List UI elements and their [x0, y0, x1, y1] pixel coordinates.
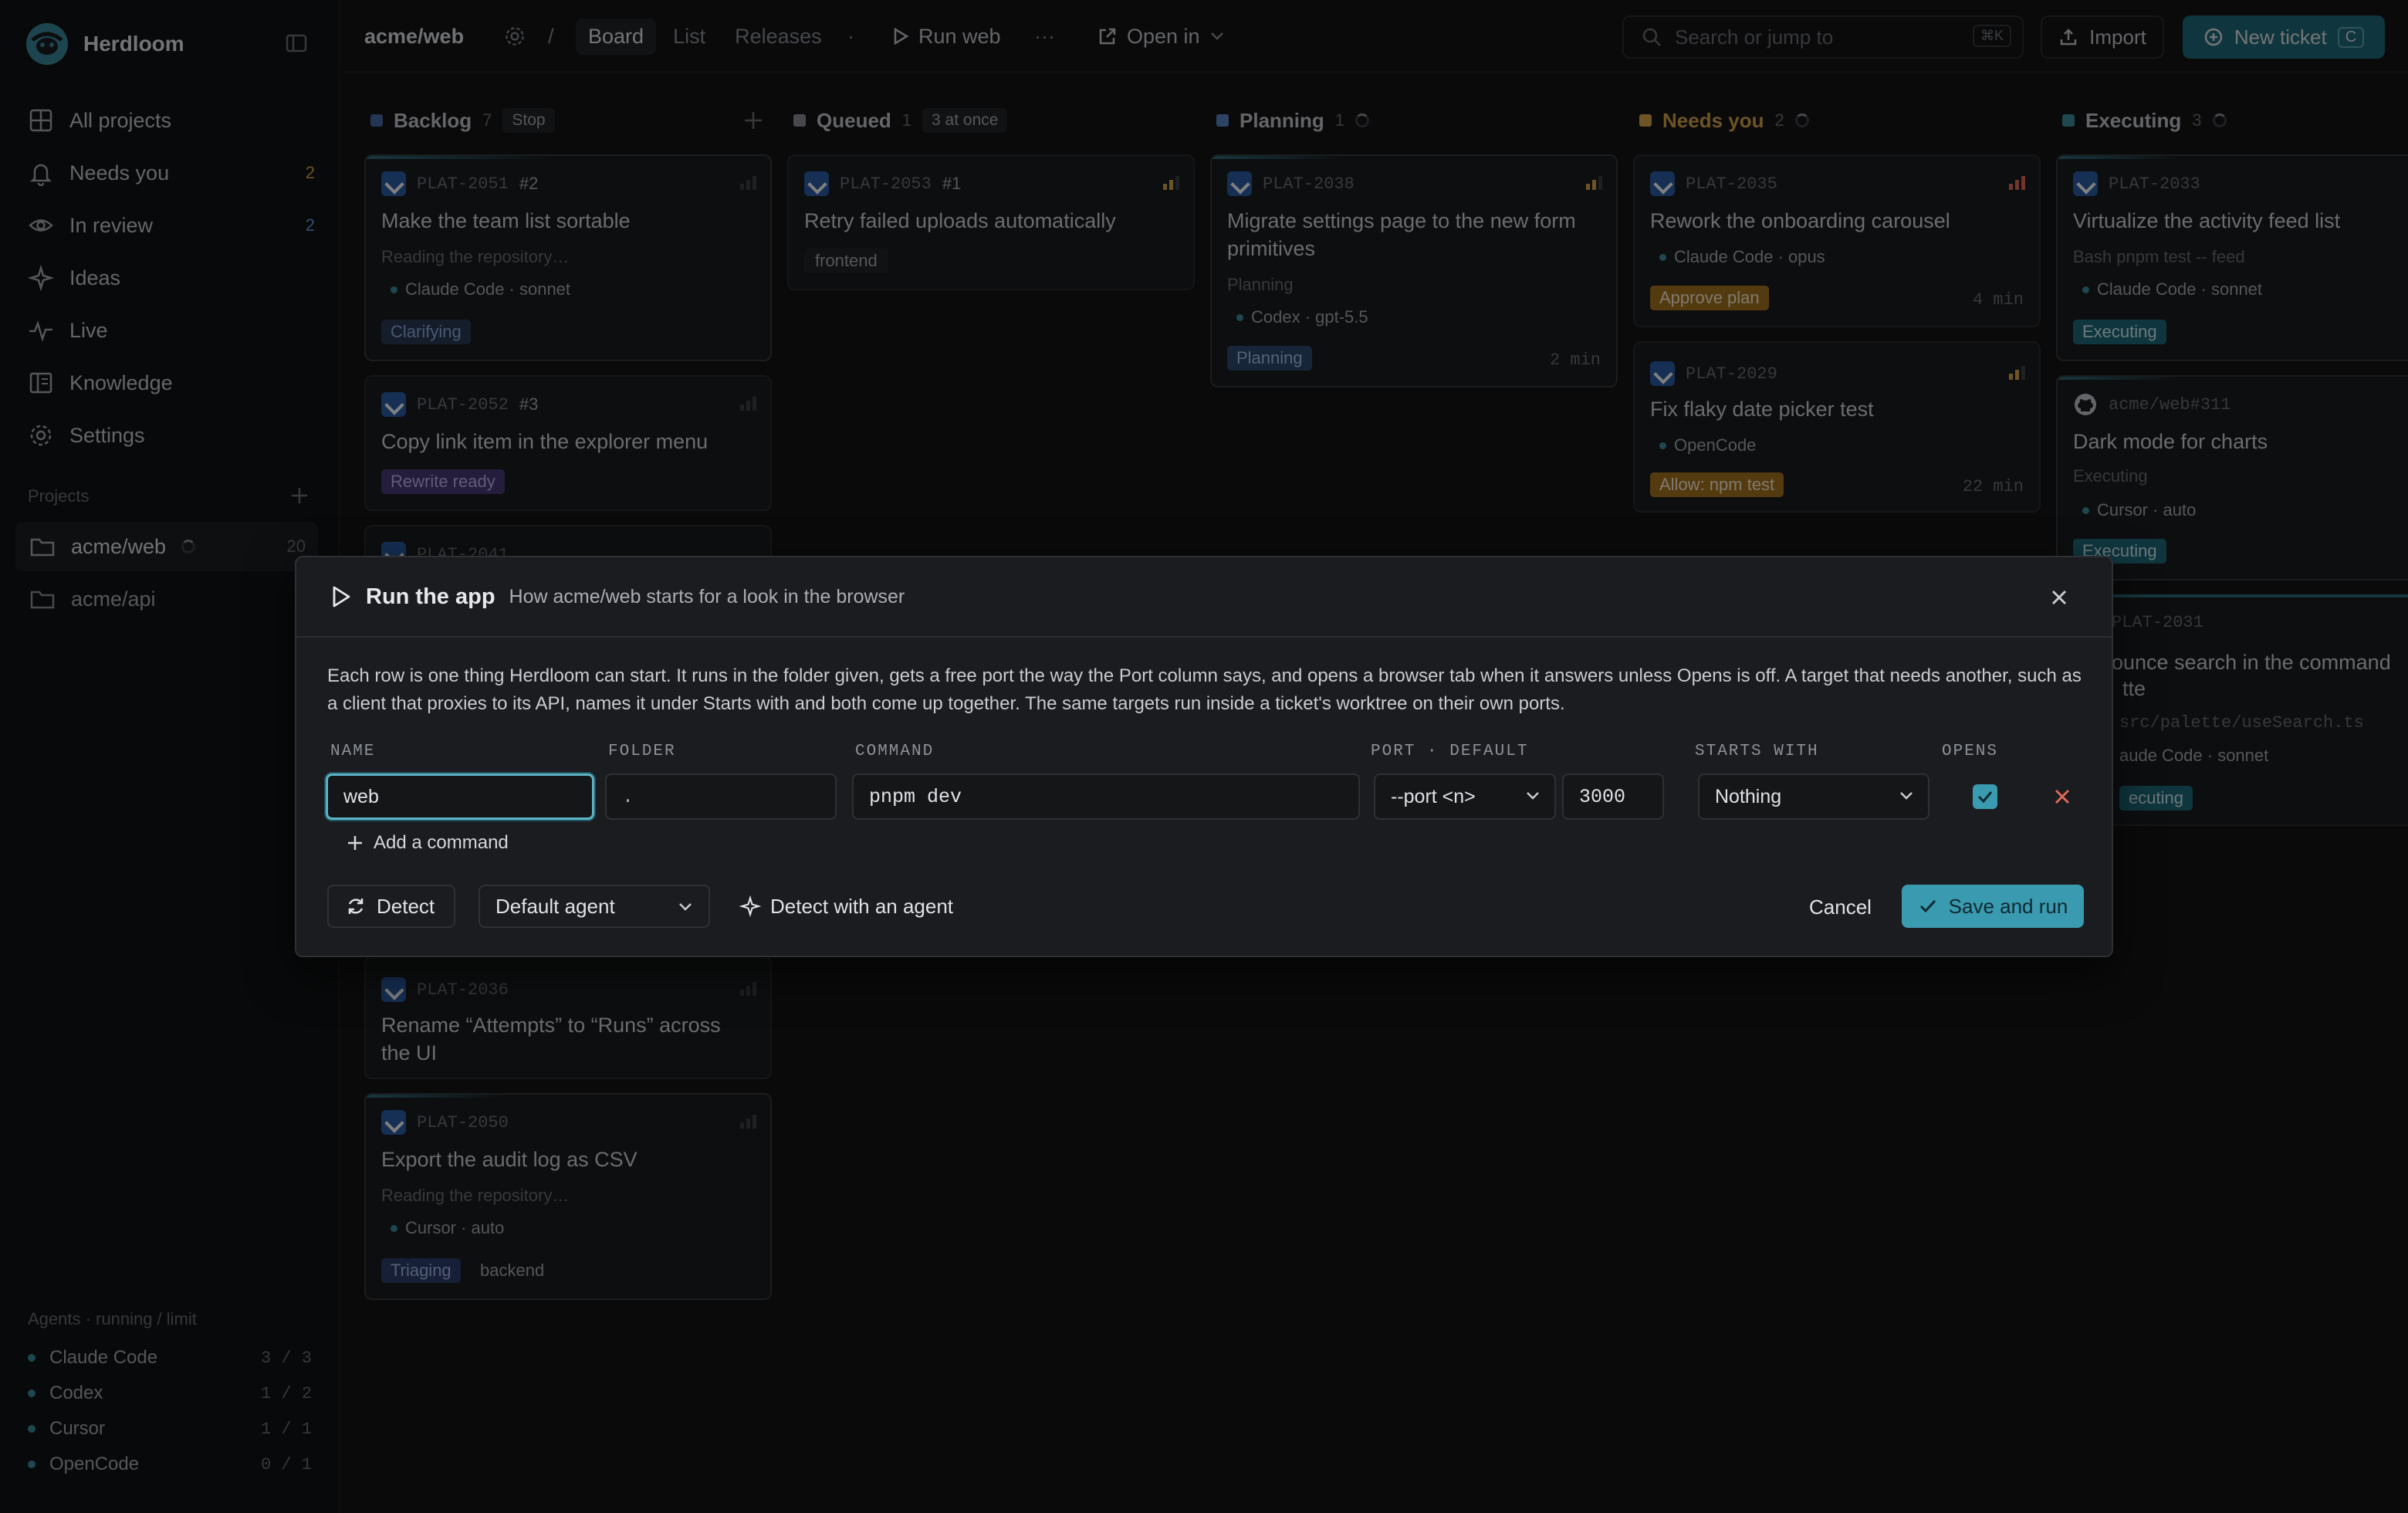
port-default-input[interactable]: 3000	[1562, 773, 1664, 820]
check-icon	[1977, 791, 1993, 804]
opens-column-label: OPENS	[1942, 743, 1999, 760]
port-flag-value: --port <n>	[1391, 785, 1476, 807]
detect-with-agent-label: Detect with an agent	[770, 894, 954, 918]
save-and-run-button[interactable]: Save and run	[1902, 885, 2084, 928]
dialog-description: Each row is one thing Herdloom can start…	[327, 665, 2082, 714]
port-flag-select[interactable]: --port <n>	[1374, 773, 1556, 820]
remove-row-icon[interactable]	[2053, 787, 2071, 806]
folder-column-label: FOLDER	[608, 743, 676, 760]
target-name-input[interactable]: web	[326, 773, 594, 820]
port-column-label: PORT · DEFAULT	[1371, 743, 1529, 760]
chevron-down-icon	[1527, 792, 1539, 800]
detect-button[interactable]: Detect	[327, 885, 455, 928]
chevron-down-icon	[1900, 792, 1913, 800]
dialog-subtitle: How acme/web starts for a look in the br…	[509, 585, 905, 608]
command-column-label: COMMAND	[855, 743, 935, 760]
opens-checkbox[interactable]	[1973, 784, 1997, 809]
play-icon	[333, 586, 350, 608]
agent-select-value: Default agent	[495, 894, 615, 918]
dialog-header: Run the app How acme/web starts for a lo…	[296, 557, 2112, 638]
check-icon	[1919, 899, 1936, 913]
name-column-label: NAME	[330, 743, 376, 760]
refresh-icon	[348, 899, 364, 914]
detect-with-agent-button[interactable]: Detect with an agent	[739, 885, 953, 928]
run-app-dialog: Run the app How acme/web starts for a lo…	[295, 556, 2113, 957]
cancel-button[interactable]: Cancel	[1809, 895, 1872, 919]
add-command-label: Add a command	[374, 832, 509, 853]
save-and-run-label: Save and run	[1948, 894, 2068, 918]
plus-icon	[348, 836, 362, 850]
agent-select[interactable]: Default agent	[479, 885, 710, 928]
add-command-button[interactable]: Add a command	[346, 832, 509, 854]
folder-input[interactable]: .	[605, 773, 837, 820]
detect-label: Detect	[377, 894, 435, 918]
starts-with-column-label: STARTS WITH	[1695, 743, 1819, 760]
close-icon[interactable]	[2050, 588, 2068, 607]
starts-with-value: Nothing	[1715, 785, 1782, 807]
command-input[interactable]: pnpm dev	[852, 773, 1360, 820]
chevron-down-icon	[679, 903, 692, 911]
dialog-title: Run the app	[366, 584, 495, 609]
sparkle-icon	[739, 895, 761, 917]
starts-with-select[interactable]: Nothing	[1698, 773, 1929, 820]
